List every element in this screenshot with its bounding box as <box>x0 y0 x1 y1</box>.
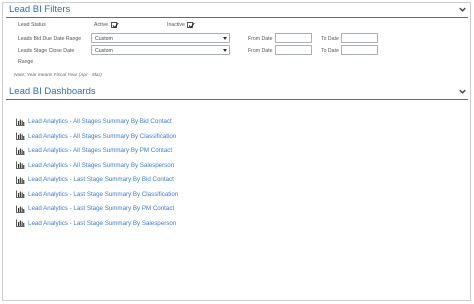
dashboard-link[interactable]: Lead Analytics - Last Stage Summary By C… <box>28 191 178 198</box>
stage-close-range-value: Custom <box>95 47 113 54</box>
dashboards-title: Lead BI Dashboards <box>9 86 96 97</box>
dashboards-header[interactable]: Lead BI Dashboards <box>6 86 468 100</box>
check-icon <box>188 22 195 29</box>
inactive-checkbox[interactable] <box>187 22 195 29</box>
stage-to-date-label: To Date <box>321 48 339 54</box>
bid-from-date-input[interactable] <box>275 33 312 43</box>
bar-chart-icon <box>16 161 25 169</box>
stage-close-range-label: Leads Stage Close Date <box>18 48 75 54</box>
dashboard-item[interactable]: Lead Analytics - Last Stage Summary By S… <box>16 219 176 228</box>
dashboard-item[interactable]: Lead Analytics - Last Stage Summary By C… <box>16 190 178 199</box>
dashboard-item[interactable]: Lead Analytics - All Stages Summary By B… <box>16 117 172 126</box>
check-icon <box>112 22 119 29</box>
dashboard-link[interactable]: Lead Analytics - All Stages Summary By C… <box>28 133 176 140</box>
lead-status-label: Lead Status <box>18 22 46 28</box>
bar-chart-icon <box>16 132 25 140</box>
stage-close-range-select[interactable]: Custom <box>91 45 230 55</box>
dashboard-item[interactable]: Lead Analytics - All Stages Summary By S… <box>16 161 174 170</box>
bar-chart-icon <box>16 205 25 213</box>
dashboard-item[interactable]: Lead Analytics - Last Stage Summary By B… <box>16 175 174 184</box>
bid-due-range-value: Custom <box>95 35 113 42</box>
bar-chart-icon <box>16 118 25 126</box>
stage-from-date-input[interactable] <box>275 45 312 55</box>
caret-down-icon <box>223 49 227 52</box>
bid-due-range-label: Leads Bid Due Date Range <box>18 36 82 42</box>
dashboard-item[interactable]: Lead Analytics - All Stages Summary By C… <box>16 132 176 141</box>
bid-to-date-input[interactable] <box>341 33 378 43</box>
dashboard-link[interactable]: Lead Analytics - All Stages Summary By S… <box>28 162 174 169</box>
dashboard-link[interactable]: Lead Analytics - All Stages Summary By B… <box>28 118 172 125</box>
filters-title: Lead BI Filters <box>9 4 71 15</box>
bar-chart-icon <box>16 219 25 227</box>
active-checkbox[interactable] <box>111 22 119 29</box>
bar-chart-icon <box>16 147 25 155</box>
filters-header[interactable]: Lead BI Filters <box>6 4 468 18</box>
active-label: Active <box>94 22 109 28</box>
dashboard-link[interactable]: Lead Analytics - Last Stage Summary By S… <box>28 220 176 227</box>
dashboard-item[interactable]: Lead Analytics - Last Stage Summary By P… <box>16 204 174 213</box>
bar-chart-icon <box>16 176 25 184</box>
fiscal-year-note: Note: Year means Fiscal Year (Apr - Mar) <box>14 73 102 78</box>
chevron-down-icon[interactable] <box>458 5 467 14</box>
stage-to-date-input[interactable] <box>341 45 378 55</box>
caret-down-icon <box>223 37 227 40</box>
dashboard-link[interactable]: Lead Analytics - Last Stage Summary By P… <box>28 205 174 212</box>
bid-to-date-label: To Date <box>321 36 339 42</box>
inactive-label: Inactive <box>167 22 185 28</box>
bid-from-date-label: From Date <box>248 36 273 42</box>
dashboard-link[interactable]: Lead Analytics - Last Stage Summary By B… <box>28 176 174 183</box>
bid-due-range-select[interactable]: Custom <box>91 33 230 43</box>
chevron-down-icon[interactable] <box>458 87 467 96</box>
stage-from-date-label: From Date <box>248 48 273 54</box>
dashboard-link[interactable]: Lead Analytics - All Stages Summary By P… <box>28 147 172 154</box>
bar-chart-icon <box>16 190 25 198</box>
dashboard-item[interactable]: Lead Analytics - All Stages Summary By P… <box>16 146 172 155</box>
stage-close-range-label-2: Range <box>18 59 34 65</box>
